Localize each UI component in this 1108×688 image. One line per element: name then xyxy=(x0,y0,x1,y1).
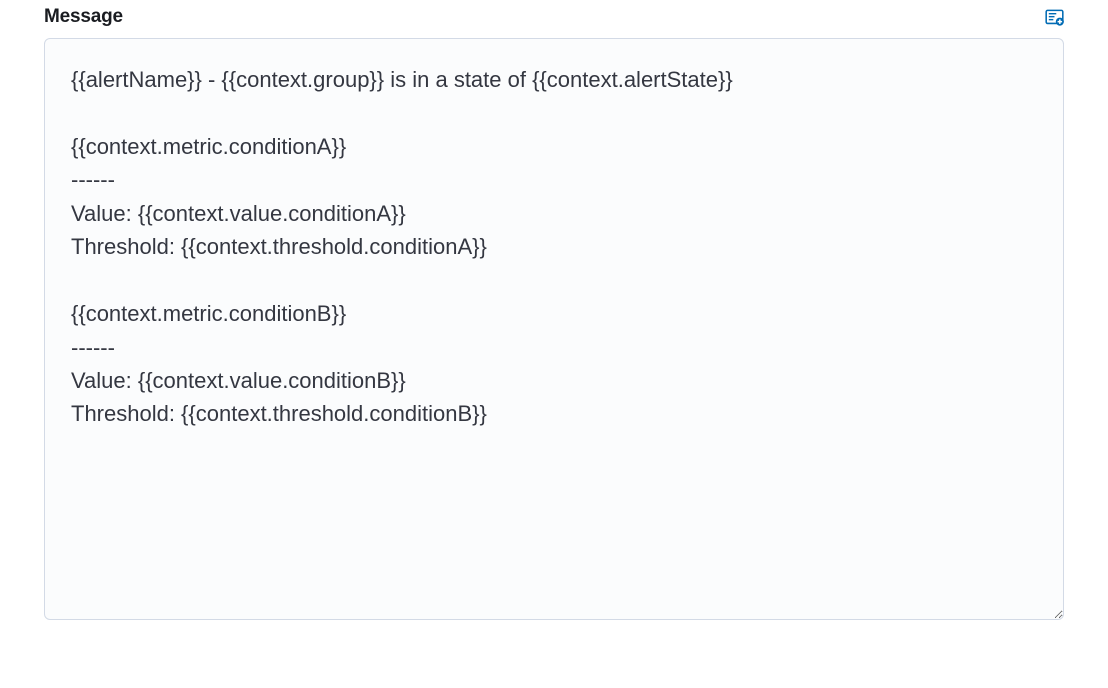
textarea-wrapper xyxy=(44,38,1064,625)
message-label: Message xyxy=(44,6,123,28)
field-header: Message xyxy=(44,0,1064,30)
add-variable-icon xyxy=(1045,8,1064,27)
message-textarea[interactable] xyxy=(44,38,1064,620)
add-variable-button[interactable] xyxy=(1044,7,1064,27)
message-field-container: Message xyxy=(0,0,1108,625)
